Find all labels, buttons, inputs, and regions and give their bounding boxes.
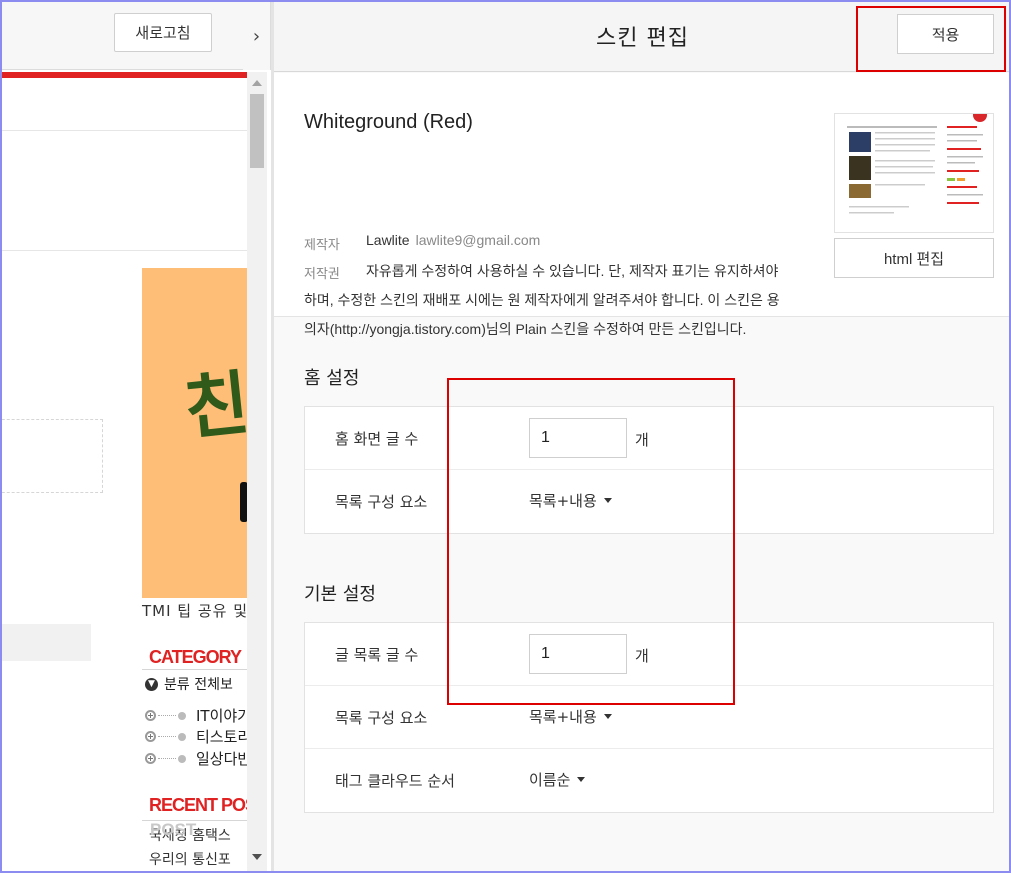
caret-down-icon	[603, 714, 612, 719]
tree-expand-icon[interactable]	[145, 710, 156, 721]
maker-info: Lawlite lawlite9@gmail.com	[366, 232, 540, 248]
category-item-label: IT이야기	[196, 707, 247, 725]
category-item[interactable]: 일상다반	[145, 748, 247, 769]
preview-divider	[2, 130, 247, 131]
category-rule	[142, 669, 247, 670]
tag-cloud-order-row: 태그 클라우드 순서 이름순	[305, 749, 993, 812]
home-list-component-label: 목록 구성 요소	[335, 493, 428, 511]
skin-thumbnail-image	[847, 126, 983, 214]
blog-banner-image[interactable]: 친	[142, 268, 247, 598]
editor-header: 스킨 편집 적용	[274, 2, 1009, 72]
copyright-text: 자유롭게 수정하여 사용하실 수 있습니다. 단, 제작자 표기는 유지하셔야	[366, 263, 779, 279]
blog-preview-panel: 새로고침 친 TMI 팁 공유 및 CATEGORY ▼ 분류 전체보 IT이야…	[2, 2, 247, 871]
preview-header-bar	[2, 72, 247, 78]
select-value: 이름순	[529, 771, 571, 789]
tree-expand-icon[interactable]	[145, 753, 156, 764]
html-edit-button[interactable]: html 편집	[834, 238, 994, 278]
skin-info-card: Whiteground (Red) 제작자 Lawlite lawlite9@gm…	[274, 73, 1009, 337]
post-overlay-text: POST	[150, 820, 197, 839]
preview-divider	[2, 250, 247, 251]
home-settings-heading: 홈 설정	[304, 368, 360, 389]
apply-highlight-box	[856, 6, 1006, 72]
category-root-label: 분류 전체보	[164, 677, 233, 693]
tag-cloud-order-select[interactable]: 이름순	[529, 769, 586, 790]
category-root[interactable]: ▼ 분류 전체보	[145, 674, 233, 694]
category-item-label: 티스토리	[196, 728, 247, 746]
banner-text: 친	[180, 360, 247, 451]
category-item[interactable]: IT이야기	[145, 705, 247, 726]
list-component-label: 목록 구성 요소	[335, 709, 428, 727]
basic-settings-heading: 기본 설정	[304, 584, 376, 605]
scroll-thumb[interactable]	[250, 94, 264, 168]
collapse-panel-button[interactable]: ›	[243, 2, 271, 70]
home-post-count-label: 홈 화면 글 수	[335, 430, 419, 448]
list-component-select[interactable]: 목록+내용	[529, 706, 612, 727]
maker-email: lawlite9@gmail.com	[415, 232, 541, 248]
preview-toolbar: 새로고침	[2, 2, 247, 70]
category-title: CATEGORY	[149, 647, 242, 667]
caret-down-icon	[577, 777, 586, 782]
category-item[interactable]: 티스토리	[145, 726, 247, 747]
skin-name: Whiteground (Red)	[304, 111, 473, 133]
preview-grey-block	[2, 624, 91, 661]
banner-caption: TMI 팁 공유 및	[142, 602, 247, 620]
maker-label: 제작자	[304, 238, 340, 253]
copyright-text: 하며, 수정한 스킨의 재배포 시에는 원 제작자에게 알려주셔야 합니다. 이…	[304, 292, 780, 308]
recent-post-item[interactable]: 우리의 통신포	[149, 848, 231, 871]
maker-name: Lawlite	[366, 232, 410, 248]
select-value: 목록+내용	[529, 708, 597, 726]
tree-root-icon: ▼	[145, 677, 158, 691]
chevron-right-icon: ›	[252, 25, 261, 47]
tree-expand-icon[interactable]	[145, 731, 156, 742]
banner-shape	[240, 482, 247, 522]
refresh-button[interactable]: 새로고침	[114, 13, 212, 52]
preview-scrollbar[interactable]	[247, 72, 267, 871]
skin-thumbnail	[834, 113, 994, 233]
copyright-text: 의자(http://yongja.tistory.com)님의 Plain 스킨…	[304, 321, 747, 337]
preview-placeholder-box	[2, 419, 103, 493]
scroll-up-arrow-icon[interactable]	[252, 80, 262, 86]
category-item-label: 일상다반	[196, 750, 247, 768]
scroll-down-arrow-icon[interactable]	[252, 854, 262, 860]
recent-post-title: RECENT POST	[149, 795, 247, 815]
app-window: 새로고침 친 TMI 팁 공유 및 CATEGORY ▼ 분류 전체보 IT이야…	[0, 0, 1011, 873]
tag-cloud-order-label: 태그 클라우드 순서	[335, 772, 455, 790]
input-highlight-box	[447, 378, 735, 705]
copyright-label: 저작권	[304, 267, 340, 282]
list-post-count-label: 글 목록 글 수	[335, 646, 419, 664]
